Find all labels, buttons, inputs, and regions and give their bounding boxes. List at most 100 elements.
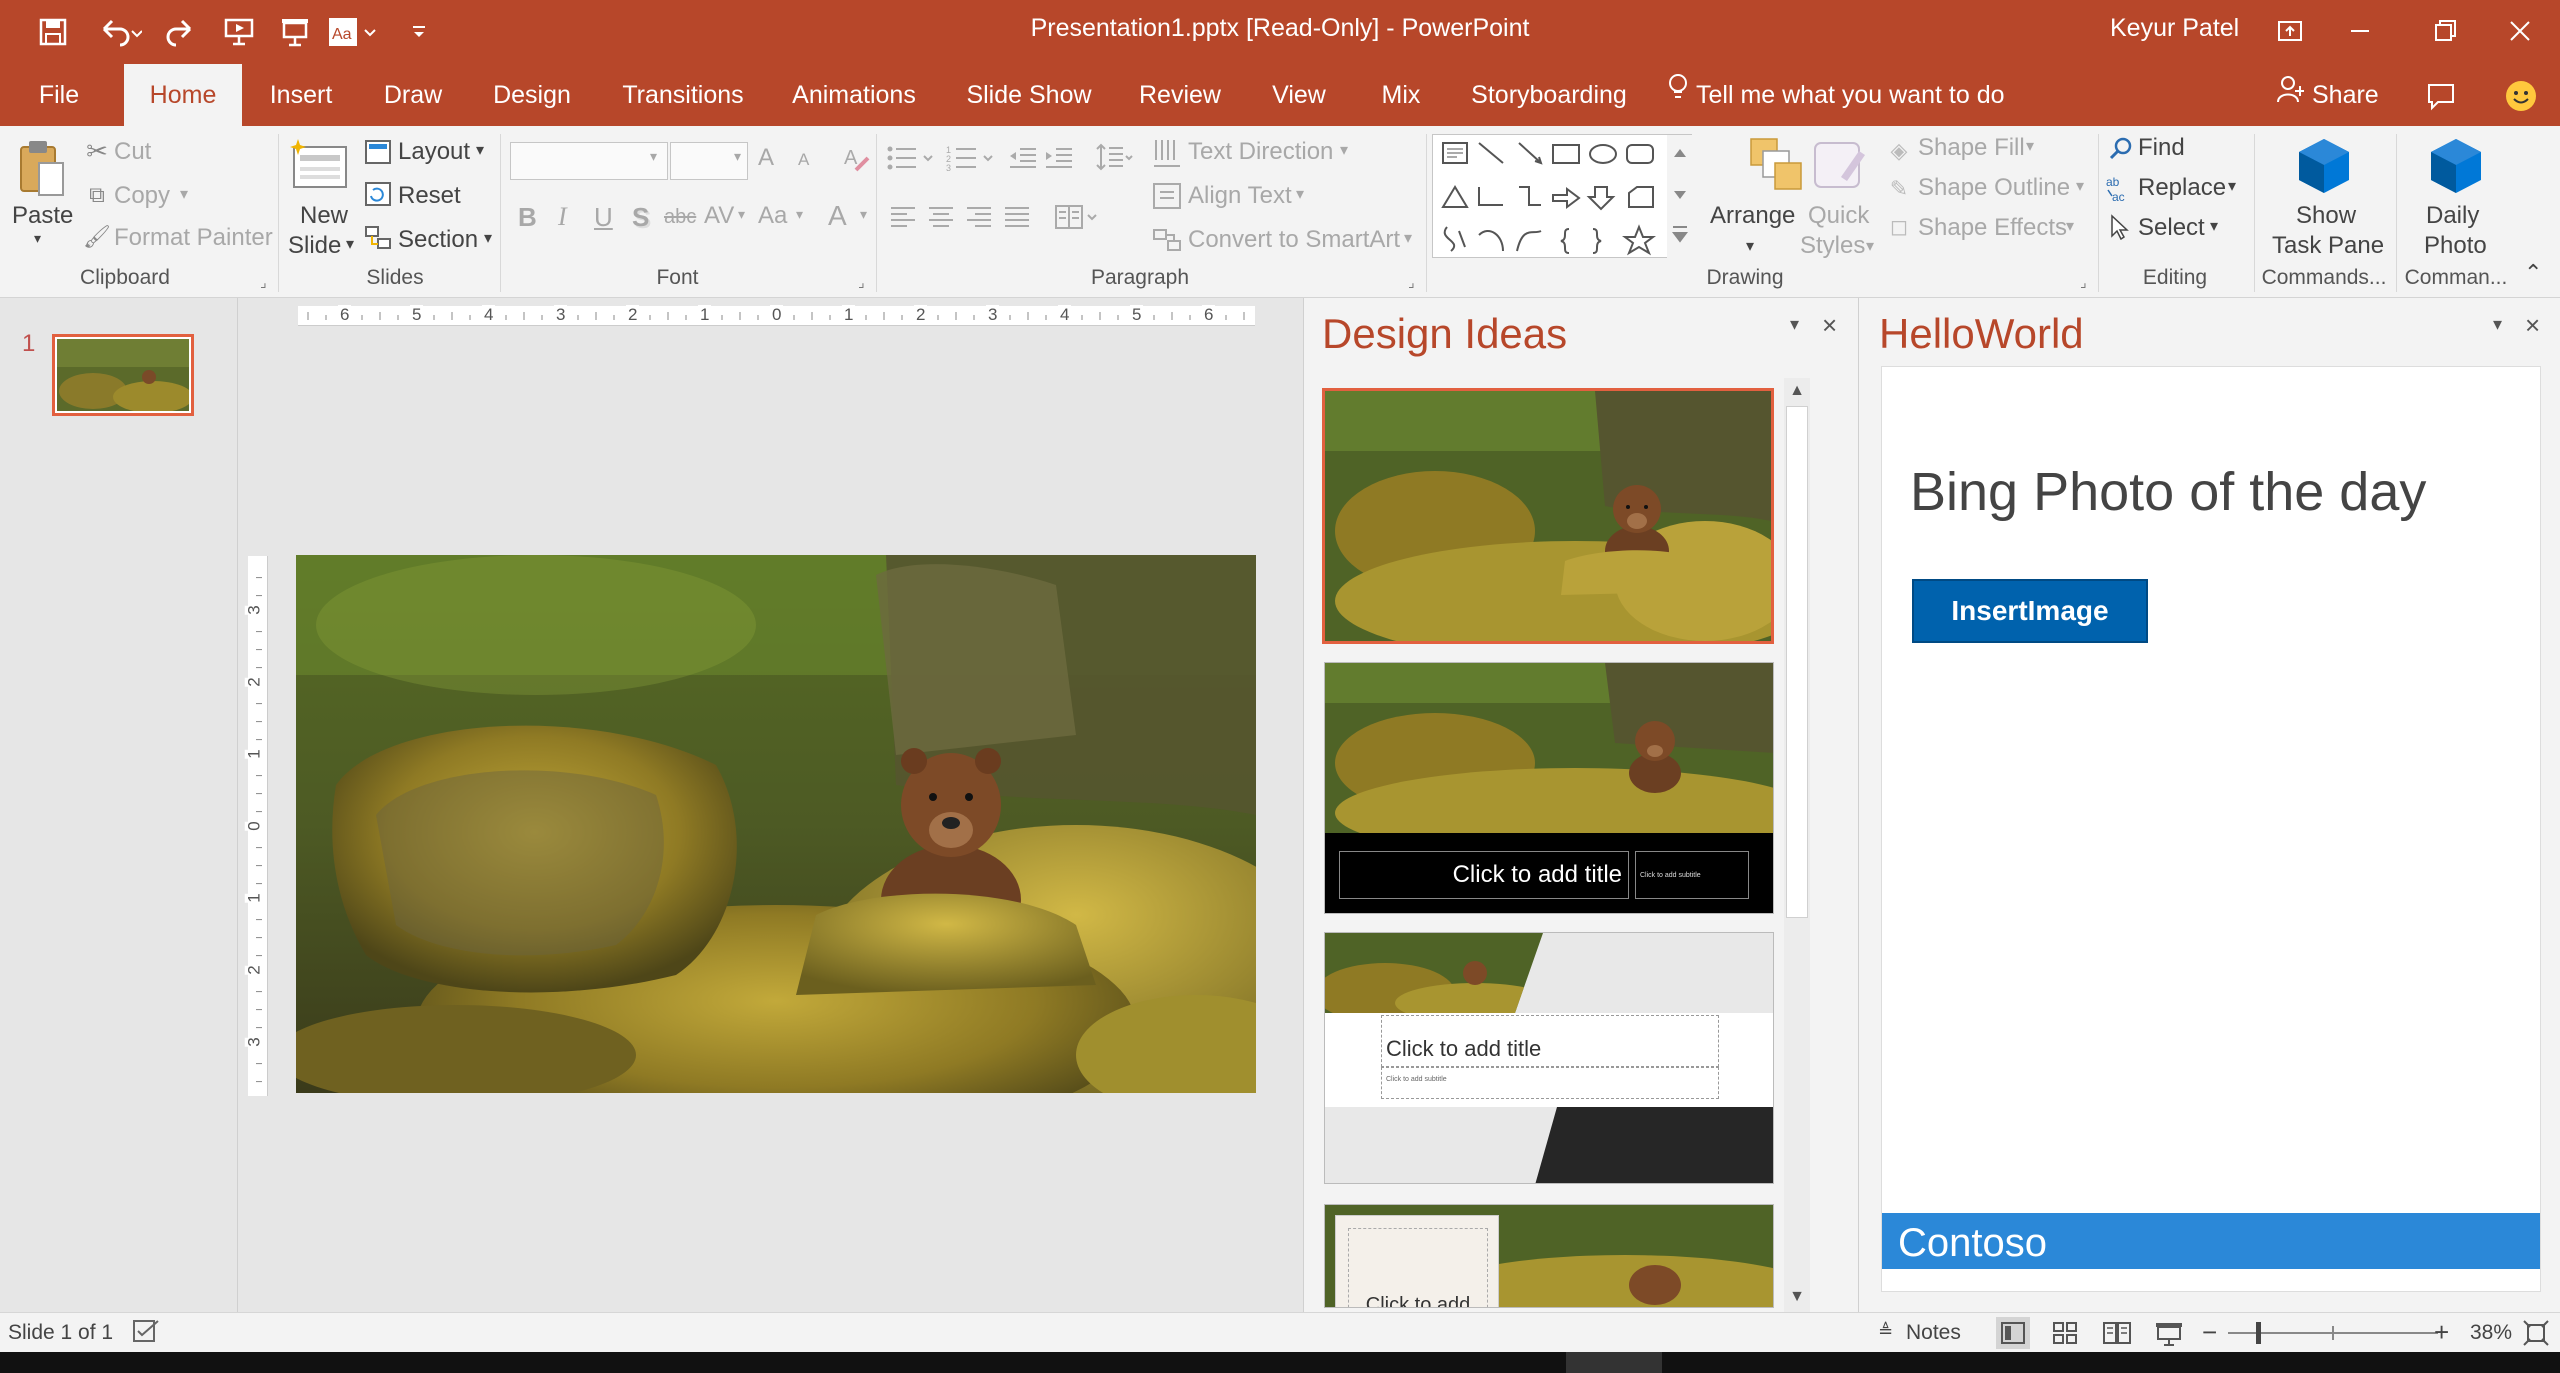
scroll-up-icon[interactable]: ▲	[1784, 378, 1810, 404]
justify-icon[interactable]	[1000, 200, 1034, 234]
slide-count[interactable]: Slide 1 of 1	[8, 1321, 113, 1345]
present-icon[interactable]	[272, 10, 318, 54]
close-pane-icon[interactable]: ×	[2525, 310, 2540, 341]
scroll-down-icon[interactable]: ▼	[1784, 1284, 1810, 1310]
paste-icon[interactable]	[14, 134, 70, 204]
line-spacing-icon[interactable]	[1094, 140, 1134, 174]
columns-icon[interactable]	[1052, 200, 1102, 234]
tab-storyboarding[interactable]: Storyboarding	[1464, 64, 1634, 126]
daily-label-2[interactable]: Photo	[2424, 232, 2487, 260]
zoom-in-icon[interactable]: +	[2434, 1317, 2449, 1348]
arrange-button[interactable]: Arrange	[1710, 202, 1795, 230]
tab-mix[interactable]: Mix	[1372, 64, 1430, 126]
align-text-button[interactable]: Align Text	[1188, 182, 1292, 210]
replace-button[interactable]: Replace	[2138, 174, 2226, 202]
format-painter-button[interactable]: Format Painter	[114, 224, 273, 252]
increase-indent-icon[interactable]	[1042, 142, 1076, 174]
quick-styles-label-1[interactable]: Quick	[1808, 202, 1869, 230]
grow-font-button[interactable]: A	[758, 144, 774, 172]
slide-show-icon[interactable]	[2152, 1317, 2186, 1354]
design-idea-1[interactable]	[1322, 388, 1774, 644]
quick-styles-label-2[interactable]: Styles	[1800, 232, 1865, 260]
show-label-1[interactable]: Show	[2296, 202, 2356, 230]
clipboard-launcher-icon[interactable]: ⌟	[260, 274, 267, 291]
bold-button[interactable]: B	[518, 202, 537, 233]
character-spacing-dropdown-icon[interactable]: ▾	[738, 206, 745, 223]
bullets-icon[interactable]	[884, 142, 940, 174]
tab-draw[interactable]: Draw	[372, 64, 454, 126]
change-case-dropdown-icon[interactable]: ▾	[796, 206, 803, 223]
layout-dropdown-icon[interactable]: ▾	[476, 140, 484, 160]
spelling-check-icon[interactable]	[132, 1319, 160, 1350]
zoom-slider[interactable]	[2228, 1322, 2438, 1344]
find-button[interactable]: Find	[2138, 134, 2185, 162]
design-ideas-scrollbar[interactable]: ▲ ▼	[1784, 378, 1810, 1312]
show-label-2[interactable]: Task Pane	[2272, 232, 2384, 260]
collapse-ribbon-icon[interactable]: ⌃	[2524, 260, 2542, 286]
italic-button[interactable]: I	[558, 202, 567, 232]
shape-outline-dropdown-icon[interactable]: ▾	[2076, 176, 2084, 196]
character-spacing-button[interactable]: AV	[704, 202, 734, 230]
decrease-indent-icon[interactable]	[1006, 142, 1040, 174]
daily-photo-icon[interactable]	[2428, 136, 2484, 196]
user-name[interactable]: Keyur Patel	[2110, 14, 2239, 43]
notes-button[interactable]: Notes	[1906, 1321, 1961, 1345]
undo-icon[interactable]	[90, 10, 150, 54]
reading-view-icon[interactable]	[2100, 1317, 2134, 1354]
zoom-level[interactable]: 38%	[2470, 1321, 2512, 1345]
drawing-launcher-icon[interactable]: ⌟	[2080, 274, 2087, 291]
slide-canvas[interactable]	[296, 555, 1256, 1093]
paste-dropdown-icon[interactable]: ▾	[34, 230, 41, 247]
shape-effects-button[interactable]: Shape Effects	[1918, 214, 2067, 242]
underline-button[interactable]: U	[594, 202, 613, 233]
pane-options-icon[interactable]: ▾	[2493, 314, 2502, 335]
strikethrough-button[interactable]: abc	[664, 206, 696, 229]
tab-animations[interactable]: Animations	[784, 64, 924, 126]
arrange-dropdown-icon[interactable]: ▾	[1746, 236, 1754, 256]
quick-styles-dropdown-icon[interactable]: ▾	[1866, 236, 1874, 256]
text-direction-dropdown-icon[interactable]: ▾	[1340, 140, 1348, 160]
close-icon[interactable]	[2485, 6, 2555, 56]
section-dropdown-icon[interactable]: ▾	[484, 228, 492, 248]
paste-button[interactable]: Paste	[12, 202, 73, 230]
shadow-button[interactable]: S	[632, 202, 649, 233]
numbering-icon[interactable]: 123	[944, 142, 1000, 174]
new-slide-icon[interactable]	[290, 134, 350, 196]
layout-button[interactable]: Layout	[398, 138, 470, 166]
ribbon-display-options-icon[interactable]	[2255, 6, 2325, 56]
smiley-icon[interactable]	[2496, 64, 2546, 126]
font-launcher-icon[interactable]: ⌟	[858, 274, 865, 291]
arrange-icon[interactable]	[1748, 136, 1804, 192]
font-icon[interactable]: Aa	[326, 10, 382, 54]
align-right-icon[interactable]	[962, 200, 996, 234]
tell-me-box[interactable]: Tell me what you want to do	[1666, 64, 2026, 126]
copy-dropdown-icon[interactable]: ▾	[180, 184, 188, 204]
design-idea-2[interactable]: Click to add title Click to add subtitle	[1324, 662, 1774, 914]
zoom-slider-thumb[interactable]	[2256, 1322, 2261, 1344]
change-case-button[interactable]: Aa	[758, 202, 787, 230]
copy-button[interactable]: Copy	[114, 182, 170, 210]
tab-insert[interactable]: Insert	[258, 64, 344, 126]
normal-view-icon[interactable]	[1996, 1317, 2030, 1349]
zoom-out-icon[interactable]: −	[2202, 1317, 2217, 1348]
replace-dropdown-icon[interactable]: ▾	[2228, 176, 2236, 196]
shapes-gallery[interactable]	[1432, 134, 1693, 259]
insert-image-button[interactable]: InsertImage	[1912, 579, 2148, 643]
convert-smartart-dropdown-icon[interactable]: ▾	[1404, 228, 1412, 248]
design-idea-3[interactable]: Click to add title Click to add subtitle	[1324, 932, 1774, 1184]
slide-sorter-icon[interactable]	[2048, 1317, 2082, 1354]
align-text-dropdown-icon[interactable]: ▾	[1296, 184, 1304, 204]
shape-effects-dropdown-icon[interactable]: ▾	[2066, 216, 2074, 236]
new-slide-label-2[interactable]: Slide	[288, 232, 341, 260]
design-idea-4[interactable]: Click to add	[1324, 1204, 1774, 1308]
quick-styles-icon[interactable]	[1812, 136, 1868, 192]
font-size-dropdown-icon[interactable]: ▾	[734, 148, 741, 165]
comments-icon[interactable]	[2416, 64, 2466, 126]
reset-button[interactable]: Reset	[398, 182, 461, 210]
tab-home[interactable]: Home	[124, 64, 242, 126]
font-color-dropdown-icon[interactable]: ▾	[860, 206, 867, 223]
clear-formatting-icon[interactable]: A	[840, 142, 872, 174]
new-slide-dropdown-icon[interactable]: ▾	[346, 234, 354, 254]
scroll-thumb[interactable]	[1786, 406, 1808, 918]
shrink-font-button[interactable]: A	[798, 150, 809, 170]
